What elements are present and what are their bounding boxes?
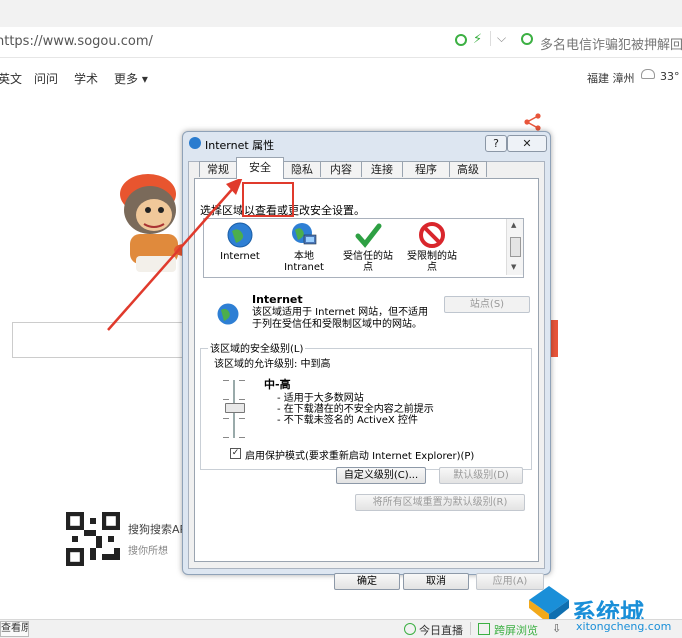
close-button[interactable]: ✕ bbox=[507, 135, 547, 152]
allowed-levels-text: 该区域的允许级别: 中到高 bbox=[214, 359, 331, 370]
intranet-icon bbox=[292, 223, 317, 245]
site-nav: 英文 问问 学术 更多 ▾ 福建 漳州 33° bbox=[0, 58, 682, 94]
custom-level-button[interactable]: 自定义级别(C)... bbox=[336, 467, 426, 484]
app-download-subtitle: 搜你所想 bbox=[128, 546, 168, 557]
dialog-title: Internet 属性 bbox=[205, 139, 275, 152]
qr-code-image bbox=[66, 512, 120, 566]
zone-intranet[interactable]: 本地 Intranet bbox=[272, 221, 336, 273]
scroll-thumb[interactable] bbox=[510, 237, 521, 257]
protected-mode-checkbox[interactable]: ✓ bbox=[230, 448, 241, 459]
internet-zone-globe-icon bbox=[217, 303, 239, 325]
split-screen-icon bbox=[478, 623, 490, 635]
scroll-down-icon[interactable]: ▼ bbox=[511, 263, 516, 271]
default-level-button[interactable]: 默认级别(D) bbox=[439, 467, 523, 484]
level-bullet: - 适用于大多数网站 bbox=[277, 393, 364, 404]
level-bullet: - 不下载未签名的 ActiveX 控件 bbox=[277, 415, 418, 426]
tab-programs[interactable]: 程序 bbox=[402, 161, 450, 177]
zone-label: Internet bbox=[220, 251, 260, 262]
slider-tick bbox=[223, 380, 229, 381]
slider-tick bbox=[223, 399, 229, 400]
cancel-button[interactable]: 取消 bbox=[403, 573, 469, 590]
watermark-url: xitongcheng.com bbox=[576, 620, 672, 633]
zone-internet[interactable]: Internet bbox=[208, 221, 272, 262]
tab-general[interactable]: 常规 bbox=[199, 161, 237, 177]
slider-tick bbox=[239, 418, 245, 419]
tab-privacy[interactable]: 隐私 bbox=[283, 161, 321, 177]
checkmark-icon bbox=[355, 223, 382, 248]
scroll-up-icon[interactable]: ▲ bbox=[511, 221, 516, 229]
ok-button[interactable]: 确定 bbox=[334, 573, 400, 590]
zone-label: 本地 Intranet bbox=[284, 251, 324, 273]
search-input[interactable] bbox=[12, 322, 185, 358]
zone-list[interactable]: Internet 本地 Intranet 受信任的站 点 受限制的站 点 ▲ ▼ bbox=[203, 218, 524, 278]
globe-icon bbox=[227, 222, 253, 248]
internet-properties-dialog: Internet 属性 ? ✕ 常规 安全 隐私 内容 连接 程序 高级 选择区… bbox=[182, 131, 551, 590]
selected-zone-description: 该区域适用于 Internet 网站，但不适用于列在受信任和受限制区域中的网站。 bbox=[252, 307, 429, 330]
selected-zone-name: Internet bbox=[252, 293, 303, 306]
reset-all-zones-button[interactable]: 将所有区域重置为默认级别(R) bbox=[355, 494, 525, 511]
download-icon[interactable]: ⇩ bbox=[552, 622, 561, 635]
slider-tick bbox=[239, 399, 245, 400]
apply-button[interactable]: 应用(A) bbox=[476, 573, 544, 590]
chevron-down-icon[interactable]: ⌵ bbox=[490, 31, 506, 46]
highlight-box bbox=[242, 182, 294, 217]
cloud-icon bbox=[641, 69, 655, 79]
zone-label: 受信任的站 点 bbox=[343, 251, 393, 273]
help-button[interactable]: ? bbox=[485, 135, 507, 152]
slider-tick bbox=[223, 418, 229, 419]
nav-wenwen[interactable]: 问问 bbox=[34, 70, 58, 87]
url-text[interactable]: https://www.sogou.com/ bbox=[0, 34, 153, 49]
browser-top-strip bbox=[0, 0, 682, 27]
tab-advanced[interactable]: 高级 bbox=[449, 161, 487, 177]
tab-security[interactable]: 安全 bbox=[236, 157, 284, 179]
slider-tick bbox=[239, 437, 245, 438]
address-search-input[interactable]: 多名电信诈骗犯被押解回国 bbox=[540, 34, 682, 53]
live-play-icon bbox=[404, 623, 416, 635]
dialog-body: 常规 安全 隐私 内容 连接 程序 高级 选择区域以查看或更改安全设置。 Int… bbox=[188, 157, 545, 590]
lightning-icon[interactable]: ⚡ bbox=[473, 32, 482, 47]
zone-trusted[interactable]: 受信任的站 点 bbox=[336, 221, 400, 273]
status-split-browse[interactable]: 跨屏浏览 bbox=[494, 622, 538, 638]
slider-tick bbox=[223, 437, 229, 438]
status-left-button[interactable]: 查看原始 bbox=[0, 621, 29, 637]
ie-icon bbox=[189, 137, 201, 149]
nav-more-label: 更多 bbox=[114, 72, 139, 86]
search-icon[interactable] bbox=[521, 33, 533, 45]
status-live[interactable]: 今日直播 bbox=[419, 622, 463, 638]
nav-academic[interactable]: 学术 bbox=[74, 70, 98, 87]
weather-temp: 33° bbox=[660, 70, 680, 83]
weather-city[interactable]: 福建 漳州 bbox=[587, 70, 635, 86]
level-bullet: - 在下载潜在的不安全内容之前提示 bbox=[277, 404, 434, 415]
zone-restricted[interactable]: 受限制的站 点 bbox=[400, 221, 464, 273]
slider-thumb[interactable] bbox=[225, 403, 245, 413]
tab-content[interactable]: 内容 bbox=[320, 161, 362, 177]
protected-mode-label[interactable]: 启用保护模式(要求重新启动 Internet Explorer)(P) bbox=[245, 447, 474, 462]
nav-english[interactable]: 英文 bbox=[0, 70, 22, 87]
address-bar[interactable]: https://www.sogou.com/ ⚡ ⌵ 多名电信诈骗犯被押解回国 bbox=[0, 27, 682, 58]
security-level-name: 中-高 bbox=[264, 378, 291, 391]
zone-label: 受限制的站 点 bbox=[407, 251, 457, 273]
status-divider bbox=[470, 622, 471, 635]
security-level-title: 该区域的安全级别(L) bbox=[208, 340, 306, 355]
dropdown-arrow-icon: ▾ bbox=[138, 72, 148, 86]
nav-more[interactable]: 更多 ▾ bbox=[114, 70, 148, 87]
zone-list-scrollbar[interactable]: ▲ ▼ bbox=[506, 219, 523, 275]
tab-connections[interactable]: 连接 bbox=[361, 161, 403, 177]
dialog-titlebar[interactable]: Internet 属性 ? ✕ bbox=[183, 132, 550, 154]
slider-tick bbox=[239, 380, 245, 381]
restricted-icon bbox=[419, 222, 445, 248]
share-icon[interactable] bbox=[524, 113, 542, 131]
sites-button[interactable]: 站点(S) bbox=[444, 296, 530, 313]
security-shield-icon[interactable] bbox=[455, 34, 467, 46]
